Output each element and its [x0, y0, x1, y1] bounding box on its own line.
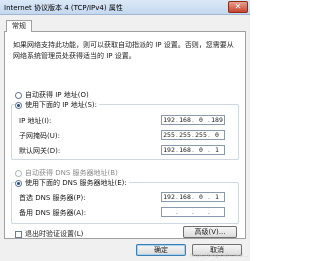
gateway-octet-4[interactable]: 1: [210, 146, 224, 154]
subnet-mask-input[interactable]: 255. 255. 255. 0: [161, 130, 225, 140]
gateway-input[interactable]: 192. 168. 0. 1: [161, 145, 225, 155]
ip-address-label: IP 地址(I):: [19, 117, 52, 125]
alternate-dns-input[interactable]: . . .: [161, 207, 225, 217]
auto-ip-label: 自动获得 IP 地址(O): [25, 91, 89, 99]
mask-octet-2[interactable]: 255: [178, 131, 192, 139]
close-button[interactable]: ✕: [228, 1, 248, 13]
auto-dns-option[interactable]: 自动获得 DNS 服务器地址(B): [15, 168, 118, 178]
ip-octet-3[interactable]: 0: [194, 116, 208, 124]
ip-octet-4[interactable]: 189: [210, 116, 224, 124]
mask-octet-1[interactable]: 255: [162, 131, 176, 139]
dialog-client-area: 常规 如果网络支持此功能，则可以获取自动指派的 IP 设置。否则，您需要从网络系…: [0, 15, 250, 261]
manual-ip-radio[interactable]: [15, 101, 22, 109]
octet-separator: .: [192, 208, 194, 216]
tab-general[interactable]: 常规: [6, 20, 32, 32]
manual-dns-label: 使用下面的 DNS 服务器地址(E):: [25, 179, 127, 187]
validate-on-exit-label: 退出时验证设置(L): [25, 230, 84, 238]
validate-on-exit-checkbox[interactable]: [15, 230, 22, 238]
ok-button[interactable]: 确定: [136, 244, 186, 256]
gateway-octet-2[interactable]: 168: [178, 146, 192, 154]
advanced-button[interactable]: 高级(V)...: [183, 226, 237, 238]
dns1-octet-3[interactable]: 0: [194, 193, 208, 201]
mask-octet-3[interactable]: 255: [194, 131, 208, 139]
preferred-dns-input[interactable]: 192. 168. 0. 1: [161, 192, 225, 202]
octet-separator: .: [176, 208, 178, 216]
dns1-octet-2[interactable]: 168: [178, 193, 192, 201]
manual-dns-radio[interactable]: [15, 179, 22, 187]
auto-dns-radio[interactable]: [15, 169, 22, 177]
gateway-octet-1[interactable]: 192: [162, 146, 176, 154]
subnet-mask-label: 子网掩码(U):: [19, 132, 60, 140]
description-text: 如果网络支持此功能，则可以获取自动指派的 IP 设置。否则，您需要从网络系统管理…: [13, 41, 234, 60]
window-title: Internet 协议版本 4 (TCP/IPv4) 属性: [4, 4, 123, 12]
mask-octet-4[interactable]: 0: [210, 131, 224, 139]
watermark-text: https://blog.csdn.net/...: [189, 253, 248, 259]
validate-on-exit-option[interactable]: 退出时验证设置(L): [15, 229, 83, 239]
dns1-octet-1[interactable]: 192: [162, 193, 176, 201]
ip-address-input[interactable]: 192. 168. 0. 189: [161, 115, 225, 125]
auto-ip-radio[interactable]: [15, 91, 22, 99]
manual-dns-option[interactable]: 使用下面的 DNS 服务器地址(E):: [15, 178, 129, 188]
gateway-octet-3[interactable]: 0: [194, 146, 208, 154]
preferred-dns-label: 首选 DNS 服务器(P):: [19, 194, 86, 202]
alternate-dns-label: 备用 DNS 服务器(A):: [19, 209, 87, 217]
gateway-label: 默认网关(D):: [19, 147, 61, 155]
ip-octet-2[interactable]: 168: [178, 116, 192, 124]
manual-ip-label: 使用下面的 IP 地址(S):: [25, 101, 97, 109]
octet-separator: .: [208, 208, 210, 216]
title-bar: Internet 协议版本 4 (TCP/IPv4) 属性 ✕: [0, 0, 250, 15]
close-icon: ✕: [234, 2, 242, 11]
auto-ip-option[interactable]: 自动获得 IP 地址(O): [15, 90, 89, 100]
ip-octet-1[interactable]: 192: [162, 116, 176, 124]
auto-dns-label: 自动获得 DNS 服务器地址(B): [25, 169, 118, 177]
manual-ip-option[interactable]: 使用下面的 IP 地址(S):: [15, 100, 99, 110]
general-panel: 如果网络支持此功能，则可以获取自动指派的 IP 设置。否则，您需要从网络系统管理…: [4, 31, 246, 239]
dns1-octet-4[interactable]: 1: [210, 193, 224, 201]
